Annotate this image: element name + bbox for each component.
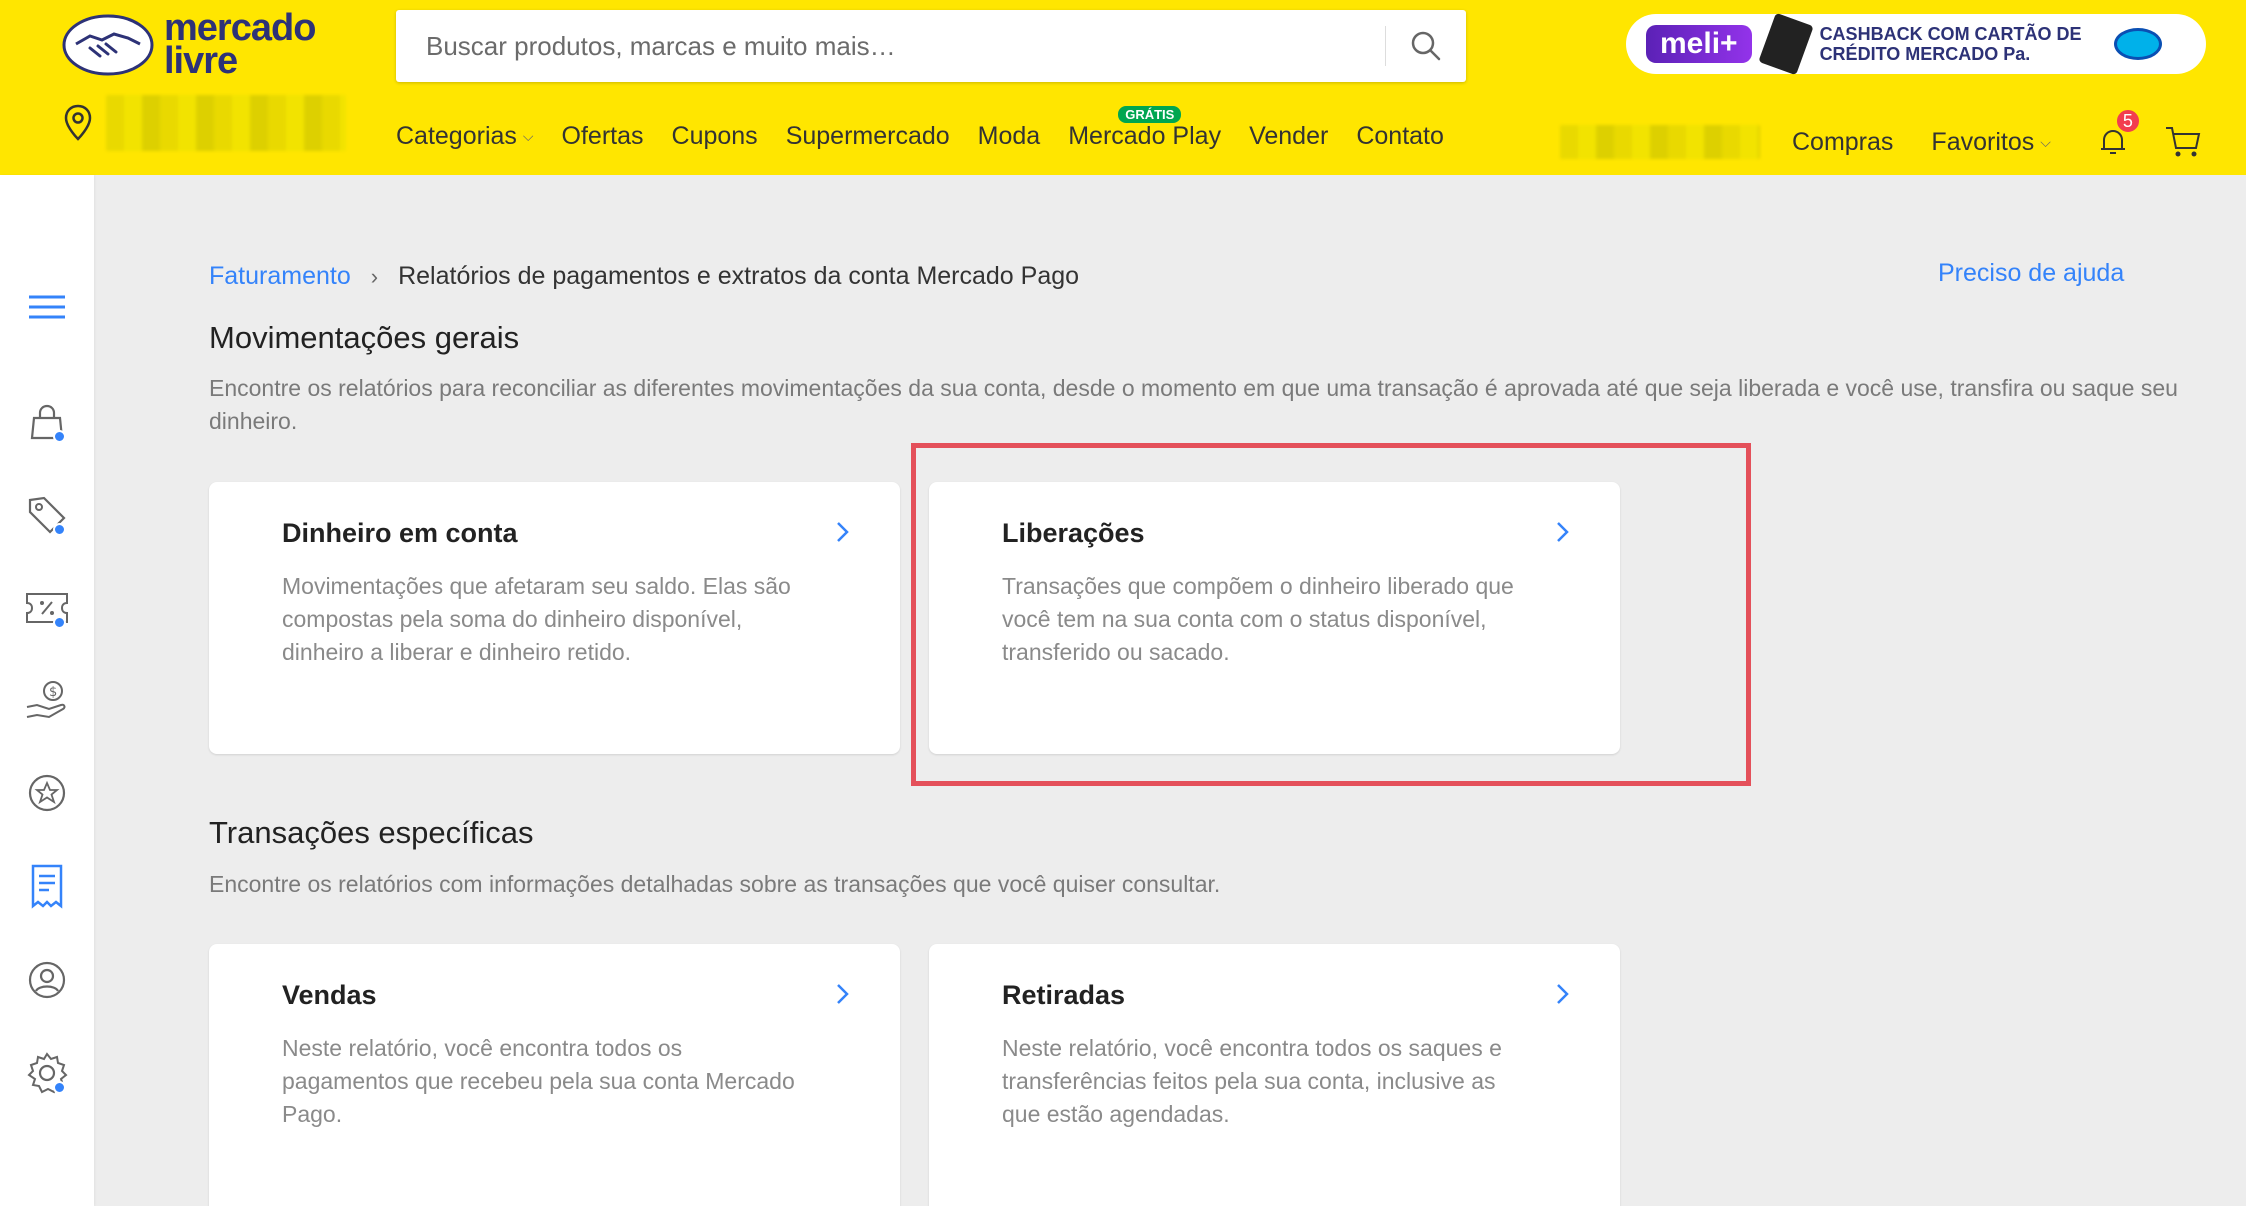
nav-cupons[interactable]: Cupons [672,122,758,151]
card-title: Retiradas [1002,980,1126,1010]
chevron-right-icon [837,522,849,542]
mercado-livre-logo[interactable]: mercado livre [62,9,316,82]
hand-money-icon: $ [26,681,66,719]
nav-label: Vender [1249,122,1329,150]
handshake-logo-icon [62,14,154,76]
chevron-down-icon: ⌵ [522,128,534,144]
nav-label: Moda [977,122,1041,150]
delivery-location[interactable] [64,95,346,151]
notification-dot [53,523,66,536]
logo-text-line2: livre [164,40,238,82]
notifications-count-badge: 5 [2114,108,2141,134]
billing-document-icon [31,864,63,909]
search-icon [1411,31,1441,61]
cart-button[interactable] [2163,122,2203,162]
nav-contato[interactable]: Contato [1356,122,1444,151]
nav-compras[interactable]: Compras [1792,128,1893,157]
sidebar-item-reputation[interactable] [22,768,72,818]
breadcrumb-faturamento[interactable]: Faturamento [209,262,351,291]
nav-label: Compras [1792,127,1894,156]
card-description: Neste relatório, você encontra todos os … [1002,1035,1502,1127]
sidebar-item-billing[interactable] [22,861,72,911]
nav-vender[interactable]: Vender [1249,122,1328,151]
nav-label: Ofertas [561,122,644,150]
notifications-button[interactable]: 5 [2093,108,2141,162]
promo-text: CASHBACK COM CARTÃO DE CRÉDITO MERCADO P… [1819,24,2082,64]
mercado-pago-logo-icon [2113,28,2162,60]
card-description: Movimentações que afetaram seu saldo. El… [282,573,791,665]
promo-banner[interactable]: meli+ CASHBACK COM CARTÃO DE CRÉDITO MER… [1626,12,2206,76]
chevron-right-icon [837,984,849,1004]
nav-label: Cupons [671,122,758,150]
nav-label: Supermercado [785,122,950,150]
card-retiradas[interactable]: Retiradas Neste relatório, você encontra… [929,944,1620,1206]
nav-label: Contato [1356,122,1444,150]
menu-button[interactable] [22,282,72,332]
gratis-badge: GRÁTIS [1118,106,1182,123]
sidebar-item-settings[interactable] [22,1048,72,1098]
search-button[interactable] [1386,10,1466,82]
nav-categorias[interactable]: Categorias ⌵ [396,122,534,151]
star-badge-icon [28,774,66,812]
breadcrumb-current: Relatórios de pagamentos e extratos da c… [398,262,1080,290]
breadcrumb: Faturamento › Relatórios de pagamentos e… [209,262,1079,291]
sidebar-item-mercado-pago[interactable]: $ [22,675,72,725]
sidebar-item-purchases[interactable] [22,397,72,447]
location-pin-icon [64,104,92,141]
chevron-down-icon: ⌵ [2040,133,2051,150]
search-bar [396,10,1466,82]
nav-label: Categorias [396,122,517,150]
chevron-right-icon: › [370,263,379,289]
user-area: Compras Favoritos ⌵ 5 [1560,108,2203,162]
card-liberacoes[interactable]: Liberações Transações que compõem o dinh… [929,482,1620,754]
sidebar-item-sales[interactable] [22,490,72,540]
sidebar-item-promotions[interactable] [22,583,72,633]
section-description-specific: Encontre os relatórios com informações d… [209,871,1221,897]
nav-mercado-play[interactable]: GRÁTIS Mercado Play [1068,106,1222,151]
svg-text:$: $ [49,685,57,700]
sidebar: $ [0,175,94,1206]
card-title: Dinheiro em conta [282,518,518,548]
section-title-general: Movimentações gerais [209,320,520,355]
cart-icon [2165,127,2201,157]
nav-label: Favoritos [1931,127,2035,156]
redacted-address [106,95,346,151]
section-title-specific: Transações específicas [209,815,534,850]
card-description: Transações que compõem o dinheiro libera… [1002,573,1514,665]
help-link[interactable]: Preciso de ajuda [1938,259,2124,288]
credit-card-icon [1757,12,1814,76]
menu-icon [29,295,65,319]
nav-ofertas[interactable]: Ofertas [562,122,644,151]
notification-dot [53,616,66,629]
chevron-right-icon [1557,984,1569,1004]
sidebar-item-profile[interactable] [22,955,72,1005]
search-input[interactable] [396,10,1385,82]
card-dinheiro-em-conta[interactable]: Dinheiro em conta Movimentações que afet… [209,482,900,754]
nav-moda[interactable]: Moda [978,122,1041,151]
notification-dot [53,1081,66,1094]
redacted-username[interactable] [1560,125,1760,159]
card-title: Vendas [282,980,377,1010]
nav-supermercado[interactable]: Supermercado [786,122,950,151]
header: mercado livre meli+ CASHBACK COM CARTÃO … [0,0,2246,175]
section-description-general: Encontre os relatórios para reconciliar … [209,375,2178,434]
meli-plus-badge: meli+ [1646,25,1752,63]
notification-dot [53,430,66,443]
card-description: Neste relatório, você encontra todos os … [282,1035,795,1127]
nav-favoritos[interactable]: Favoritos ⌵ [1931,128,2050,157]
card-vendas[interactable]: Vendas Neste relatório, você encontra to… [209,944,900,1206]
nav-label: Mercado Play [1068,122,1222,150]
card-title: Liberações [1002,518,1145,548]
main-nav: Categorias ⌵ Ofertas Cupons Supermercado… [396,106,1444,151]
chevron-right-icon [1557,522,1569,542]
user-icon [28,961,66,999]
